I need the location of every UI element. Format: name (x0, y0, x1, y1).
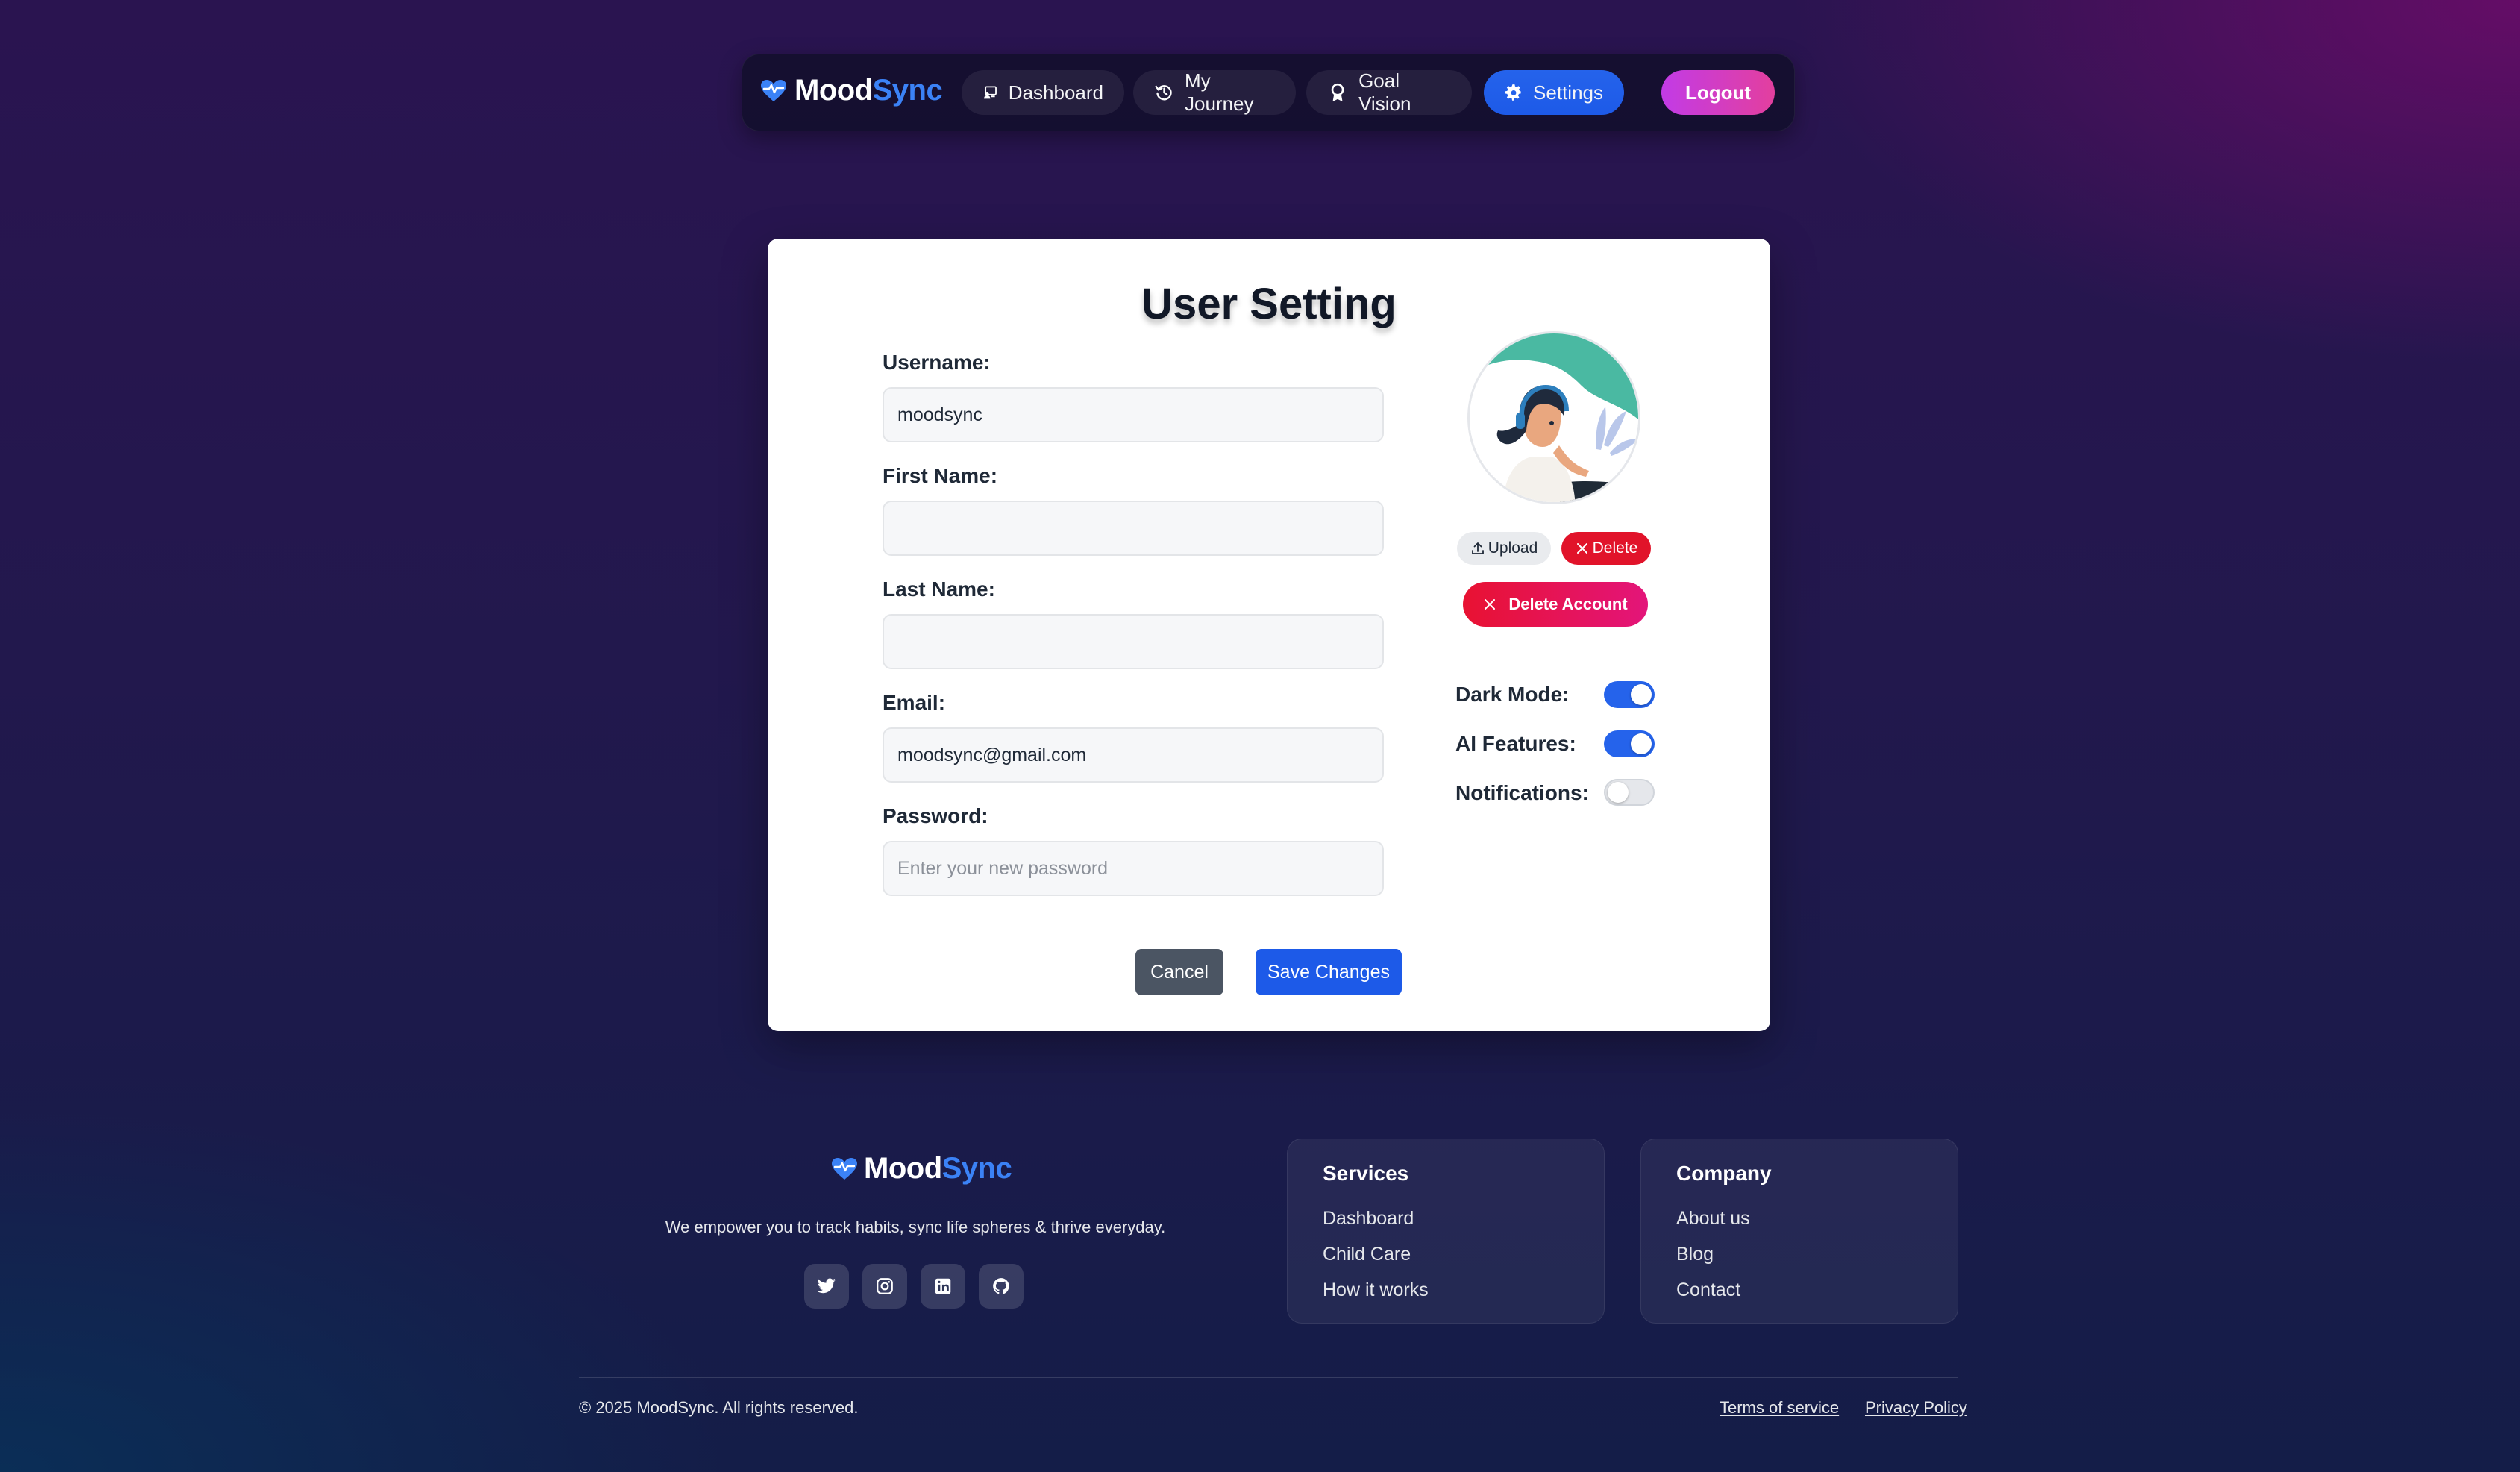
delete-account-label: Delete Account (1508, 595, 1628, 613)
footer-services: Services Dashboard Child Care How it wor… (1287, 1139, 1605, 1324)
notifications-label: Notifications: (1455, 781, 1589, 804)
footer-company: Company About us Blog Contact (1640, 1139, 1958, 1324)
github-icon (993, 1278, 1009, 1294)
avatar-illustration (1470, 333, 1638, 502)
password-label: Password: (883, 804, 988, 827)
footer-tagline: We empower you to track habits, sync lif… (665, 1218, 1166, 1236)
history-icon (1155, 85, 1172, 101)
footer-brand-logo[interactable]: MoodSync (831, 1152, 1012, 1186)
notifications-toggle[interactable] (1604, 779, 1655, 806)
close-icon (1485, 599, 1496, 610)
toggle-knob (1631, 684, 1652, 705)
nav-label: Dashboard (1008, 81, 1103, 104)
footer-link-about-us[interactable]: About us (1676, 1208, 1750, 1230)
ai-features-label: AI Features: (1455, 732, 1576, 755)
last-name-input[interactable] (883, 614, 1384, 669)
nav-label: Goal Vision (1358, 69, 1411, 115)
dark-mode-label: Dark Mode: (1455, 683, 1570, 706)
toggle-knob (1631, 733, 1652, 754)
privacy-policy-link[interactable]: Privacy Policy (1865, 1398, 1967, 1418)
copyright-text: © 2025 MoodSync. All rights reserved. (579, 1398, 859, 1417)
heart-pulse-icon (761, 79, 786, 101)
upload-label: Upload (1488, 539, 1538, 557)
cancel-button[interactable]: Cancel (1135, 949, 1223, 995)
nav-settings[interactable]: Settings (1484, 70, 1624, 115)
logout-button[interactable]: Logout (1661, 70, 1775, 115)
nav-label: Settings (1533, 81, 1603, 104)
services-heading: Services (1323, 1162, 1409, 1185)
last-name-label: Last Name: (883, 577, 995, 601)
password-input[interactable] (883, 841, 1384, 896)
award-icon (1331, 83, 1344, 102)
nav-my-journey[interactable]: My Journey (1133, 69, 1296, 115)
footer-link-how-it-works[interactable]: How it works (1323, 1280, 1429, 1301)
first-name-label: First Name: (883, 464, 998, 487)
delete-account-button[interactable]: Delete Account (1463, 582, 1648, 627)
upload-icon (1471, 542, 1484, 554)
footer-divider (579, 1377, 1958, 1378)
twitter-icon (817, 1278, 836, 1294)
avatar (1467, 331, 1640, 504)
footer-link-contact[interactable]: Contact (1676, 1280, 1740, 1301)
twitter-link[interactable] (804, 1264, 849, 1309)
user-settings-card: User Setting Username: First Name: Last … (768, 239, 1770, 1031)
dark-mode-toggle[interactable] (1604, 681, 1655, 708)
delete-photo-button[interactable]: Delete (1561, 532, 1651, 565)
footer-link-dashboard[interactable]: Dashboard (1323, 1208, 1414, 1230)
footer-brand-name: MoodSync (864, 1152, 1012, 1185)
footer-link-blog[interactable]: Blog (1676, 1244, 1714, 1265)
first-name-input[interactable] (883, 501, 1384, 556)
github-link[interactable] (979, 1264, 1024, 1309)
gear-icon (1505, 84, 1521, 101)
company-heading: Company (1676, 1162, 1772, 1185)
linkedin-link[interactable] (921, 1264, 965, 1309)
terms-of-service-link[interactable]: Terms of service (1720, 1398, 1839, 1418)
page-title: User Setting (1141, 280, 1397, 328)
brand-name: MoodSync (794, 74, 943, 107)
delete-label: Delete (1592, 539, 1638, 557)
email-input[interactable] (883, 727, 1384, 783)
save-changes-button[interactable]: Save Changes (1256, 949, 1402, 995)
nav-label: My Journey (1185, 69, 1254, 115)
upload-button[interactable]: Upload (1457, 532, 1551, 565)
linkedin-icon (935, 1278, 951, 1294)
ai-features-toggle[interactable] (1604, 730, 1655, 757)
heart-pulse-icon (832, 1157, 857, 1180)
email-label: Email: (883, 691, 946, 714)
top-navbar: MoodSync Dashboard My Journey Goal Visio… (742, 54, 1795, 131)
toggle-knob (1608, 782, 1629, 803)
brand-logo[interactable]: MoodSync (760, 74, 943, 107)
dashboard-icon (984, 86, 997, 99)
instagram-icon (877, 1278, 893, 1294)
username-input[interactable] (883, 387, 1384, 442)
close-icon (1576, 543, 1587, 554)
nav-goal-vision[interactable]: Goal Vision (1306, 69, 1472, 115)
nav-dashboard[interactable]: Dashboard (962, 70, 1124, 115)
username-label: Username: (883, 351, 991, 374)
instagram-link[interactable] (862, 1264, 907, 1309)
footer-link-child-care[interactable]: Child Care (1323, 1244, 1411, 1265)
